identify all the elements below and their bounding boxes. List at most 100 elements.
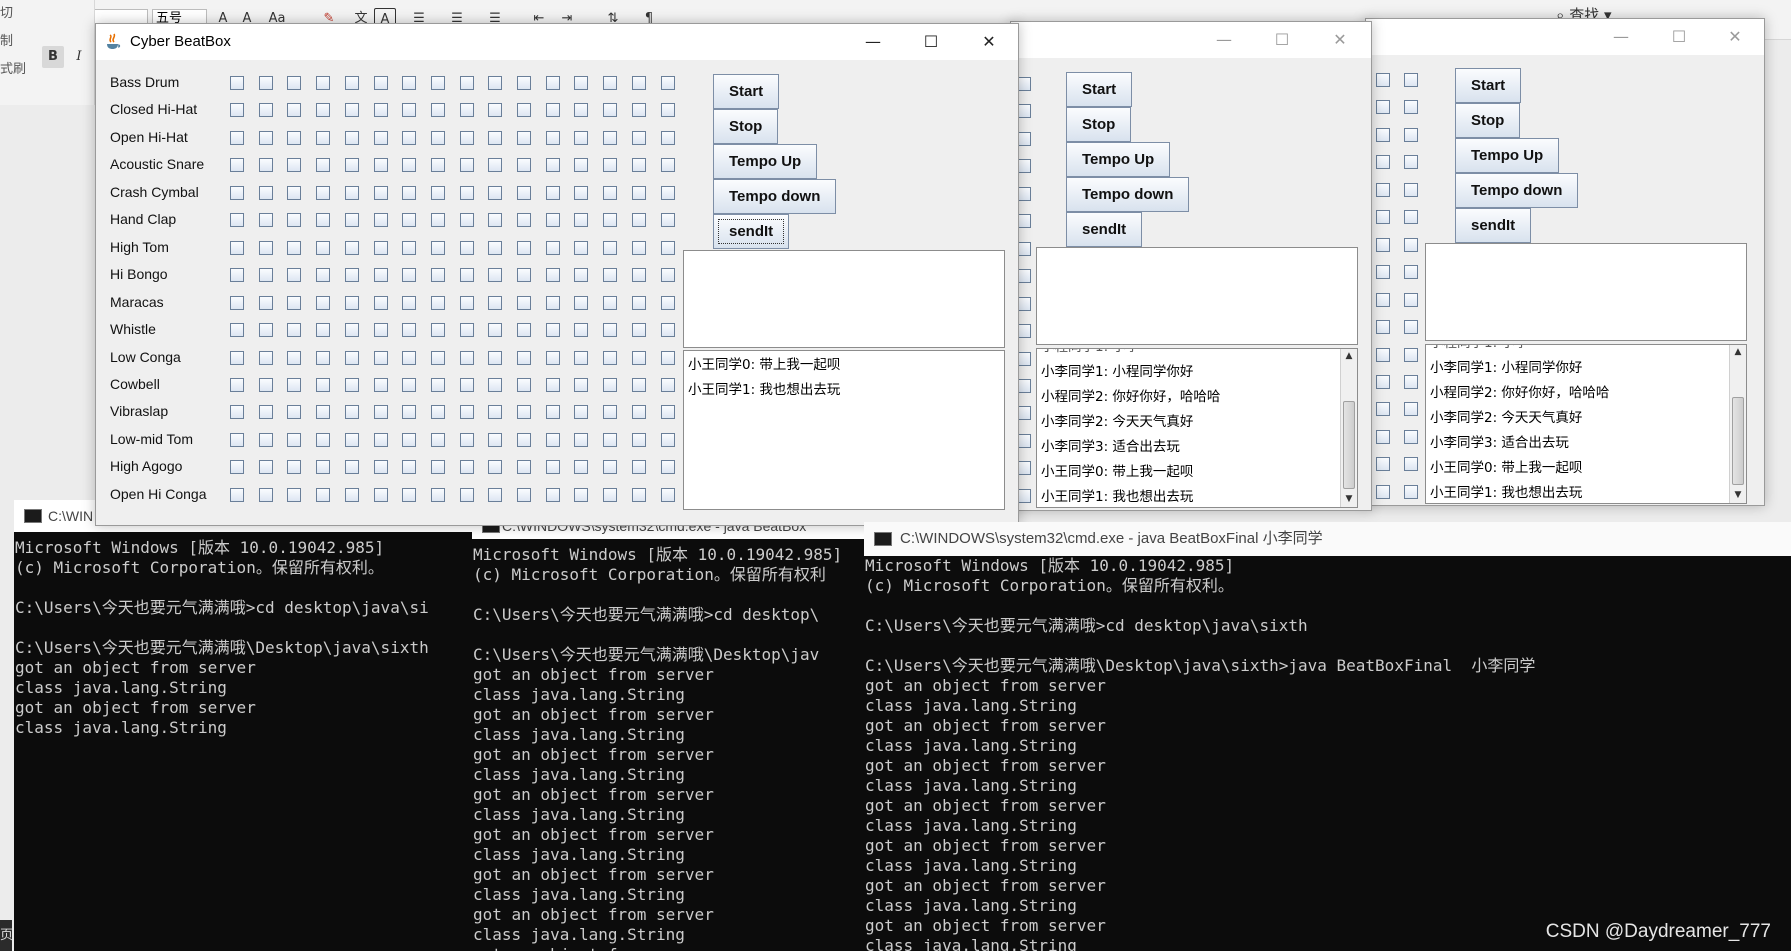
beat-checkbox[interactable]: [316, 377, 331, 392]
beat-checkbox[interactable]: [545, 213, 560, 228]
beat-checkbox[interactable]: [459, 295, 474, 310]
beat-checkbox[interactable]: [402, 377, 417, 392]
cut-label[interactable]: 切: [0, 2, 13, 21]
beat-checkbox[interactable]: [574, 295, 589, 310]
beat-checkbox[interactable]: [1376, 347, 1390, 362]
start-button[interactable]: Start: [1455, 68, 1522, 103]
beat-checkbox[interactable]: [402, 240, 417, 255]
beat-checkbox[interactable]: [402, 405, 417, 420]
beat-checkbox[interactable]: [258, 103, 273, 118]
beat-checkbox[interactable]: [373, 377, 388, 392]
beat-checkbox[interactable]: [631, 185, 646, 200]
beat-checkbox[interactable]: [459, 405, 474, 420]
beat-checkbox[interactable]: [430, 268, 445, 283]
beat-checkbox[interactable]: [344, 268, 359, 283]
beat-checkbox[interactable]: [1404, 237, 1418, 252]
beat-checkbox[interactable]: [258, 76, 273, 90]
beat-checkbox[interactable]: [459, 323, 474, 338]
beat-checkbox[interactable]: [631, 130, 646, 145]
beat-checkbox[interactable]: [631, 323, 646, 338]
beat-checkbox[interactable]: [373, 487, 388, 502]
beat-checkbox[interactable]: [373, 405, 388, 420]
beat-checkbox[interactable]: [660, 295, 675, 310]
beat-checkbox[interactable]: [459, 130, 474, 145]
beat-checkbox[interactable]: [1376, 320, 1390, 335]
beat-checkbox[interactable]: [1404, 73, 1418, 87]
beat-checkbox[interactable]: [660, 377, 675, 392]
beat-checkbox[interactable]: [287, 158, 302, 173]
beat-checkbox[interactable]: [430, 460, 445, 475]
beat-checkbox[interactable]: [1376, 210, 1390, 225]
beat-checkbox[interactable]: [230, 213, 244, 228]
beat-checkbox[interactable]: [230, 432, 244, 447]
beat-checkbox[interactable]: [316, 323, 331, 338]
minimize-icon[interactable]: —: [1195, 22, 1253, 58]
beat-checkbox[interactable]: [1376, 73, 1390, 87]
beat-checkbox[interactable]: [316, 487, 331, 502]
beat-checkbox[interactable]: [430, 213, 445, 228]
beat-checkbox[interactable]: [1376, 484, 1390, 499]
beat-checkbox[interactable]: [402, 130, 417, 145]
beat-checkbox[interactable]: [631, 158, 646, 173]
stop-button[interactable]: Stop: [713, 109, 779, 144]
beat-checkbox[interactable]: [574, 377, 589, 392]
beat-checkbox[interactable]: [287, 268, 302, 283]
beat-checkbox[interactable]: [258, 295, 273, 310]
beat-checkbox[interactable]: [574, 487, 589, 502]
send-button[interactable]: sendIt: [713, 214, 790, 249]
beat-checkbox[interactable]: [574, 460, 589, 475]
beat-checkbox[interactable]: [373, 213, 388, 228]
beat-checkbox[interactable]: [488, 487, 503, 502]
beat-checkbox[interactable]: [631, 103, 646, 118]
beat-checkbox[interactable]: [574, 432, 589, 447]
format-painter-label[interactable]: 式刷: [0, 58, 26, 77]
beat-checkbox[interactable]: [430, 103, 445, 118]
message-input[interactable]: [683, 250, 1005, 348]
beat-checkbox[interactable]: [430, 295, 445, 310]
beat-checkbox[interactable]: [1404, 347, 1418, 362]
beat-checkbox[interactable]: [258, 323, 273, 338]
beat-checkbox[interactable]: [258, 240, 273, 255]
beat-checkbox[interactable]: [660, 213, 675, 228]
beat-checkbox[interactable]: [430, 405, 445, 420]
beat-checkbox[interactable]: [517, 323, 531, 338]
beat-checkbox[interactable]: [1017, 131, 1031, 146]
beat-checkbox[interactable]: [373, 295, 388, 310]
beat-checkbox[interactable]: [603, 323, 618, 338]
beat-checkbox[interactable]: [574, 323, 589, 338]
beat-checkbox[interactable]: [603, 295, 618, 310]
beat-checkbox[interactable]: [574, 76, 589, 90]
beat-checkbox[interactable]: [603, 405, 618, 420]
beat-checkbox[interactable]: [517, 240, 531, 255]
beat-checkbox[interactable]: [545, 350, 560, 365]
beat-checkbox[interactable]: [1404, 182, 1418, 197]
beat-checkbox[interactable]: [459, 240, 474, 255]
beat-checkbox[interactable]: [660, 103, 675, 118]
beat-checkbox[interactable]: [517, 158, 531, 173]
beat-checkbox[interactable]: [258, 158, 273, 173]
beat-checkbox[interactable]: [660, 240, 675, 255]
scroll-up-icon[interactable]: ▲: [1341, 349, 1357, 364]
beat-checkbox[interactable]: [402, 158, 417, 173]
chat-list[interactable]: 小程同学1: 小李 小李同学1: 小程同学你好 小程同学2: 你好你好，哈哈哈 …: [1036, 348, 1358, 508]
scroll-thumb[interactable]: [1732, 397, 1744, 485]
beat-checkbox[interactable]: [344, 323, 359, 338]
beat-checkbox[interactable]: [258, 213, 273, 228]
beat-checkbox[interactable]: [1376, 374, 1390, 389]
beat-checkbox[interactable]: [258, 350, 273, 365]
beat-checkbox[interactable]: [631, 487, 646, 502]
beat-checkbox[interactable]: [344, 460, 359, 475]
beat-checkbox[interactable]: [287, 460, 302, 475]
beat-checkbox[interactable]: [402, 295, 417, 310]
beat-checkbox[interactable]: [631, 377, 646, 392]
tempo-up-button[interactable]: Tempo Up: [1455, 138, 1560, 173]
chat-scrollbar[interactable]: ▲ ▼: [1729, 345, 1746, 503]
beat-checkbox[interactable]: [287, 240, 302, 255]
beat-checkbox[interactable]: [402, 76, 417, 90]
beat-checkbox[interactable]: [402, 185, 417, 200]
beat-checkbox[interactable]: [660, 185, 675, 200]
beat-checkbox[interactable]: [545, 377, 560, 392]
beat-checkbox[interactable]: [488, 268, 503, 283]
beat-checkbox[interactable]: [545, 432, 560, 447]
beat-checkbox[interactable]: [517, 76, 531, 90]
